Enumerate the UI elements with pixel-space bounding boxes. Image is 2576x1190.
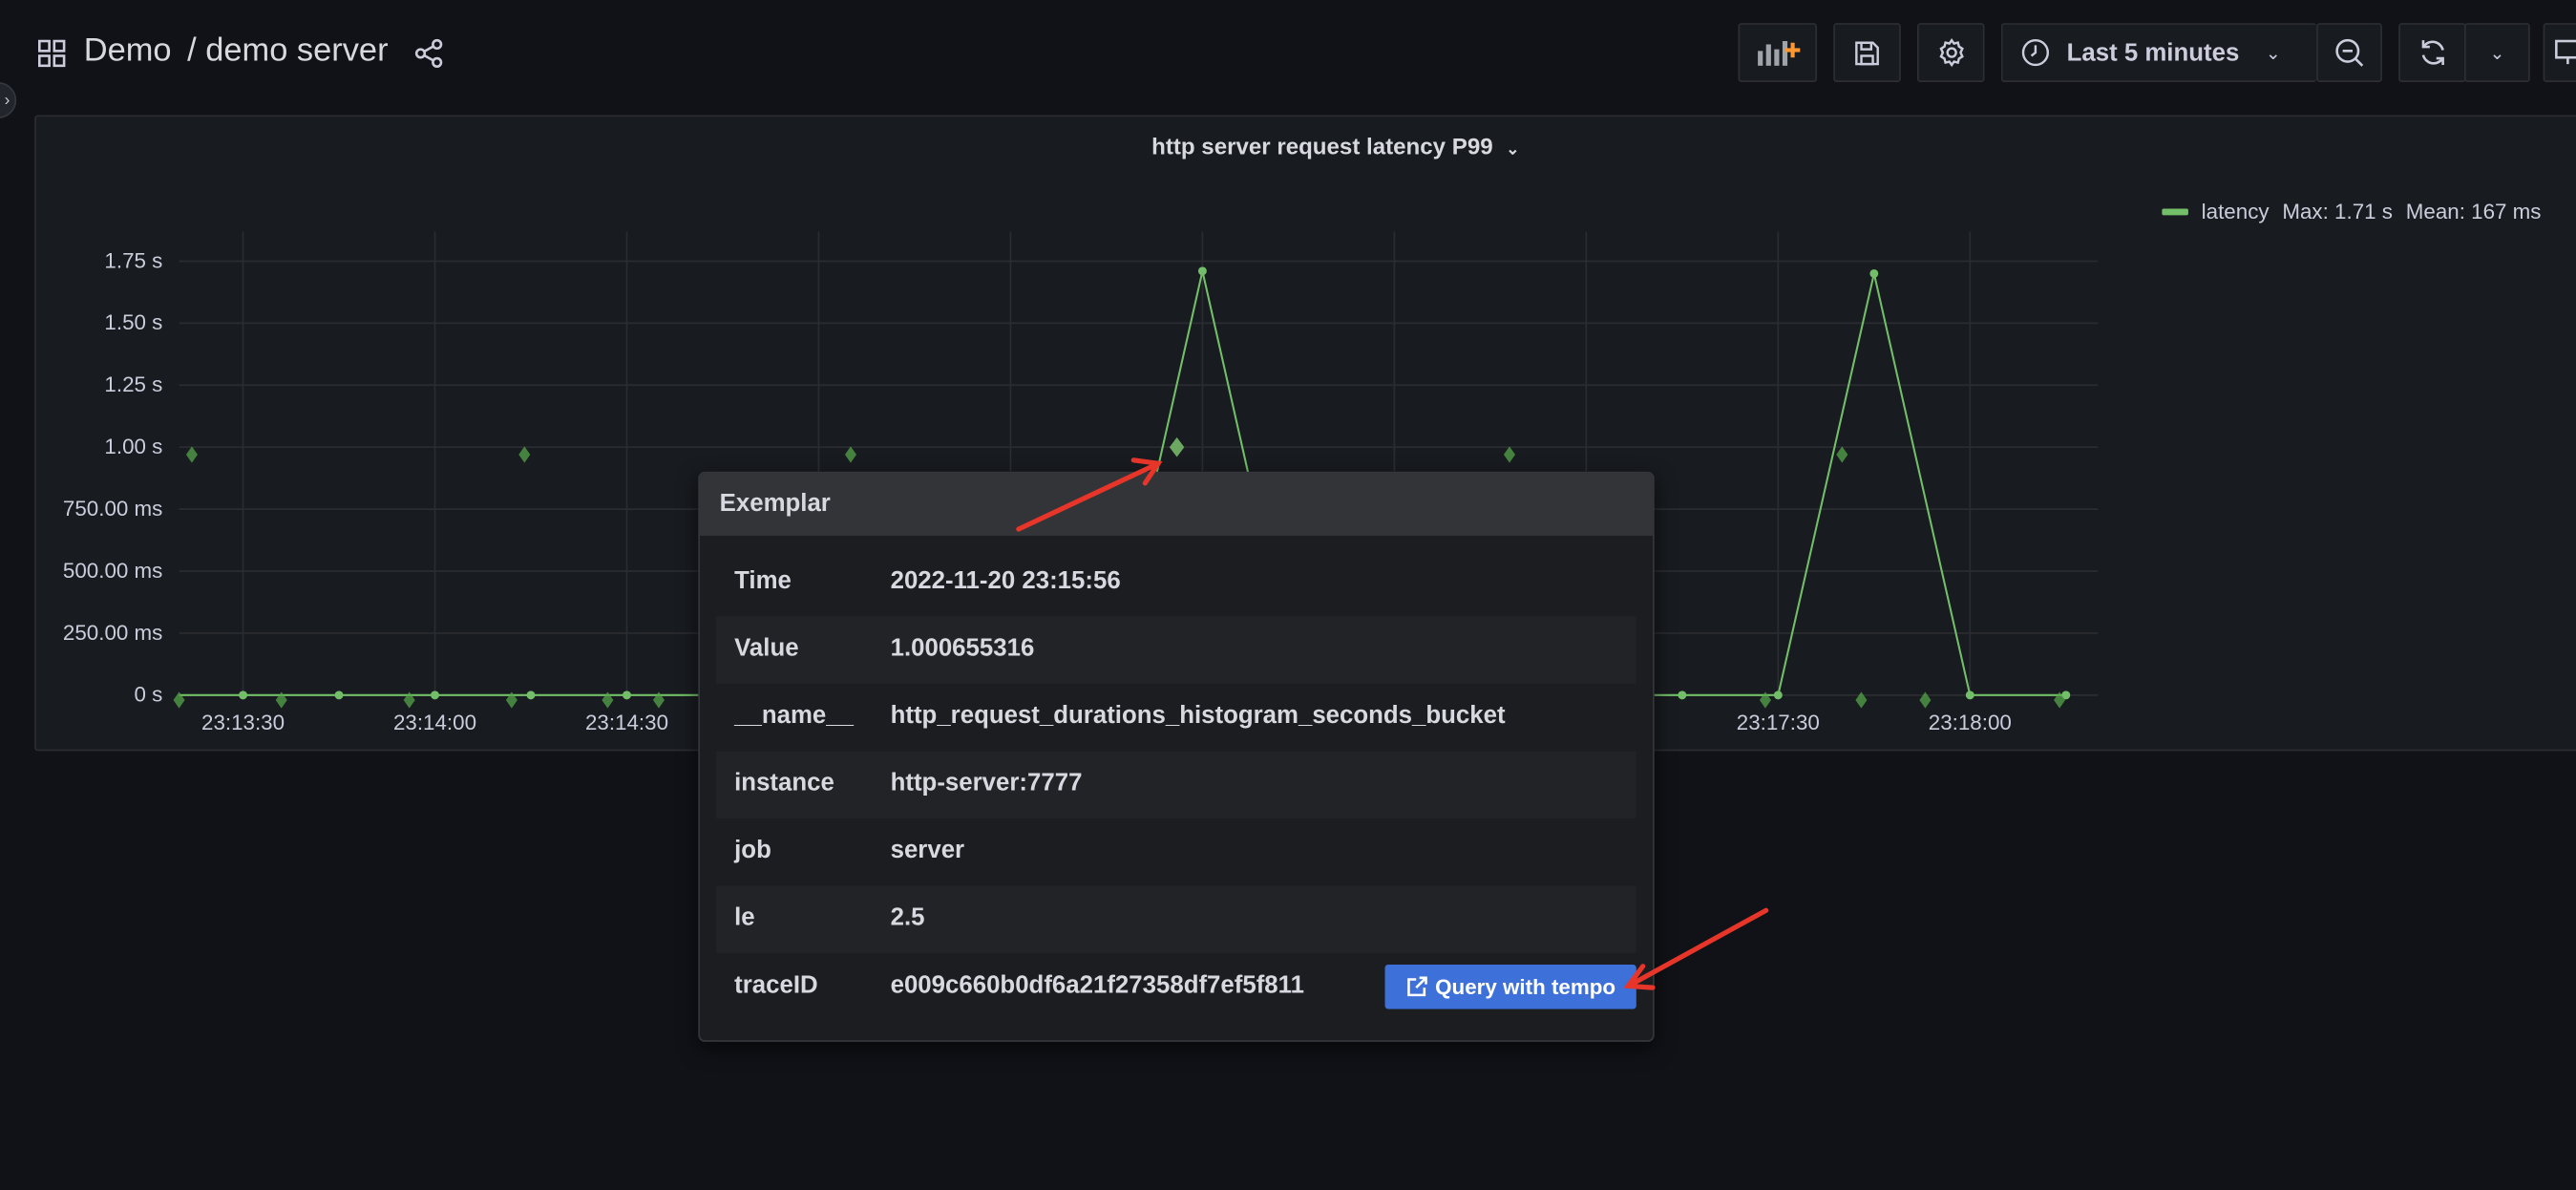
refresh-icon xyxy=(2420,40,2444,65)
page-title[interactable]: / demo server xyxy=(187,32,388,71)
row-value: 2.5 xyxy=(890,903,925,932)
add-panel-button[interactable] xyxy=(1738,23,1818,83)
row-key: traceID xyxy=(734,970,818,1000)
row-value: 2022-11-20 23:15:56 xyxy=(890,566,1121,595)
row-value: server xyxy=(890,836,965,865)
row-key: le xyxy=(734,903,755,932)
data-point xyxy=(623,691,631,700)
exemplar-marker[interactable] xyxy=(844,446,856,463)
row-key: instance xyxy=(734,769,834,797)
row-value: e009c660b0df6a21f27358df7ef5f811 xyxy=(890,970,1304,1000)
row-key: Value xyxy=(734,634,799,663)
data-point xyxy=(239,691,248,700)
gear-icon xyxy=(1938,38,1964,68)
y-tick-label: 0 s xyxy=(135,683,163,707)
data-point xyxy=(1197,266,1207,276)
x-tick-label: 23:18:00 xyxy=(1929,711,2012,734)
data-point xyxy=(1869,268,1879,278)
exemplar-row-le: le 2.5 xyxy=(716,885,1636,953)
exemplar-marker[interactable] xyxy=(1836,446,1848,463)
x-tick-label: 23:14:30 xyxy=(585,711,668,734)
clock-icon xyxy=(2021,38,2050,67)
refresh-button[interactable] xyxy=(2398,23,2466,83)
y-tick-label: 1.50 s xyxy=(104,310,162,334)
data-point xyxy=(1678,691,1687,700)
x-tick-label: 23:17:30 xyxy=(1737,711,1820,734)
exemplar-marker[interactable] xyxy=(185,446,198,463)
monitor-icon xyxy=(2555,39,2576,65)
chevron-right-icon: › xyxy=(4,91,11,110)
external-link-icon xyxy=(1406,976,1427,997)
data-point xyxy=(334,691,344,700)
query-with-tempo-label: Query with tempo xyxy=(1435,974,1616,1000)
row-key: job xyxy=(734,836,771,865)
data-point xyxy=(526,691,536,700)
time-range-picker[interactable]: Last 5 minutes ⌄ xyxy=(2000,23,2317,83)
query-with-tempo-button[interactable]: Query with tempo xyxy=(1384,965,1636,1009)
row-key: Time xyxy=(734,566,792,595)
data-point xyxy=(431,691,439,700)
exemplar-row-traceid: traceID e009c660b0df6a21f27358df7ef5f811 … xyxy=(716,953,1636,1021)
exemplar-marker[interactable] xyxy=(518,446,531,463)
row-key: __name__ xyxy=(734,701,854,730)
x-tick-label: 23:13:30 xyxy=(201,711,285,734)
y-tick-label: 250.00 ms xyxy=(63,621,162,645)
exemplar-row-name: __name__ http_request_durations_histogram… xyxy=(716,684,1636,752)
data-point xyxy=(1773,691,1783,700)
data-point xyxy=(1965,691,1974,700)
row-value: http-server:7777 xyxy=(890,769,1083,797)
exemplar-marker[interactable] xyxy=(1503,446,1515,463)
exemplar-row-job: job server xyxy=(716,818,1636,886)
save-dashboard-button[interactable] xyxy=(1833,23,1901,83)
share-icon[interactable] xyxy=(414,38,446,77)
chevron-down-icon: ⌄ xyxy=(2265,43,2281,64)
exemplar-row-value: Value 1.000655316 xyxy=(716,616,1636,684)
zoom-out-button[interactable] xyxy=(2316,23,2382,83)
chevron-down-icon: ⌄ xyxy=(2489,43,2505,64)
tv-mode-button[interactable] xyxy=(2543,23,2576,83)
exemplar-tooltip: Exemplar Time 2022-11-20 23:15:56 Value 1.… xyxy=(698,471,1655,1042)
zoom-out-icon xyxy=(2335,38,2364,67)
y-tick-label: 1.75 s xyxy=(104,248,162,272)
dashboard-grid-icon[interactable] xyxy=(38,39,66,68)
refresh-interval-dropdown[interactable]: ⌄ xyxy=(2463,23,2530,83)
breadcrumb-folder[interactable]: Demo xyxy=(84,32,172,71)
x-tick-label: 23:14:00 xyxy=(393,711,476,734)
exemplar-marker[interactable] xyxy=(1169,436,1185,457)
add-panel-icon xyxy=(1758,41,1801,66)
save-icon xyxy=(1855,40,1879,65)
exemplar-row-time: Time 2022-11-20 23:15:56 xyxy=(716,549,1636,617)
y-tick-label: 1.25 s xyxy=(104,372,162,396)
row-value: 1.000655316 xyxy=(890,634,1035,663)
row-value: http_request_durations_histogram_seconds… xyxy=(890,701,1506,730)
time-range-label: Last 5 minutes xyxy=(2066,38,2240,67)
sidebar-expand-button[interactable]: › xyxy=(0,82,17,118)
dashboard-settings-button[interactable] xyxy=(1917,23,1985,83)
y-tick-label: 750.00 ms xyxy=(63,497,162,521)
y-tick-label: 1.00 s xyxy=(104,435,162,458)
exemplar-title: Exemplar xyxy=(700,473,1653,536)
exemplar-row-instance: instance http-server:7777 xyxy=(716,751,1636,818)
y-tick-label: 500.00 ms xyxy=(63,559,162,583)
